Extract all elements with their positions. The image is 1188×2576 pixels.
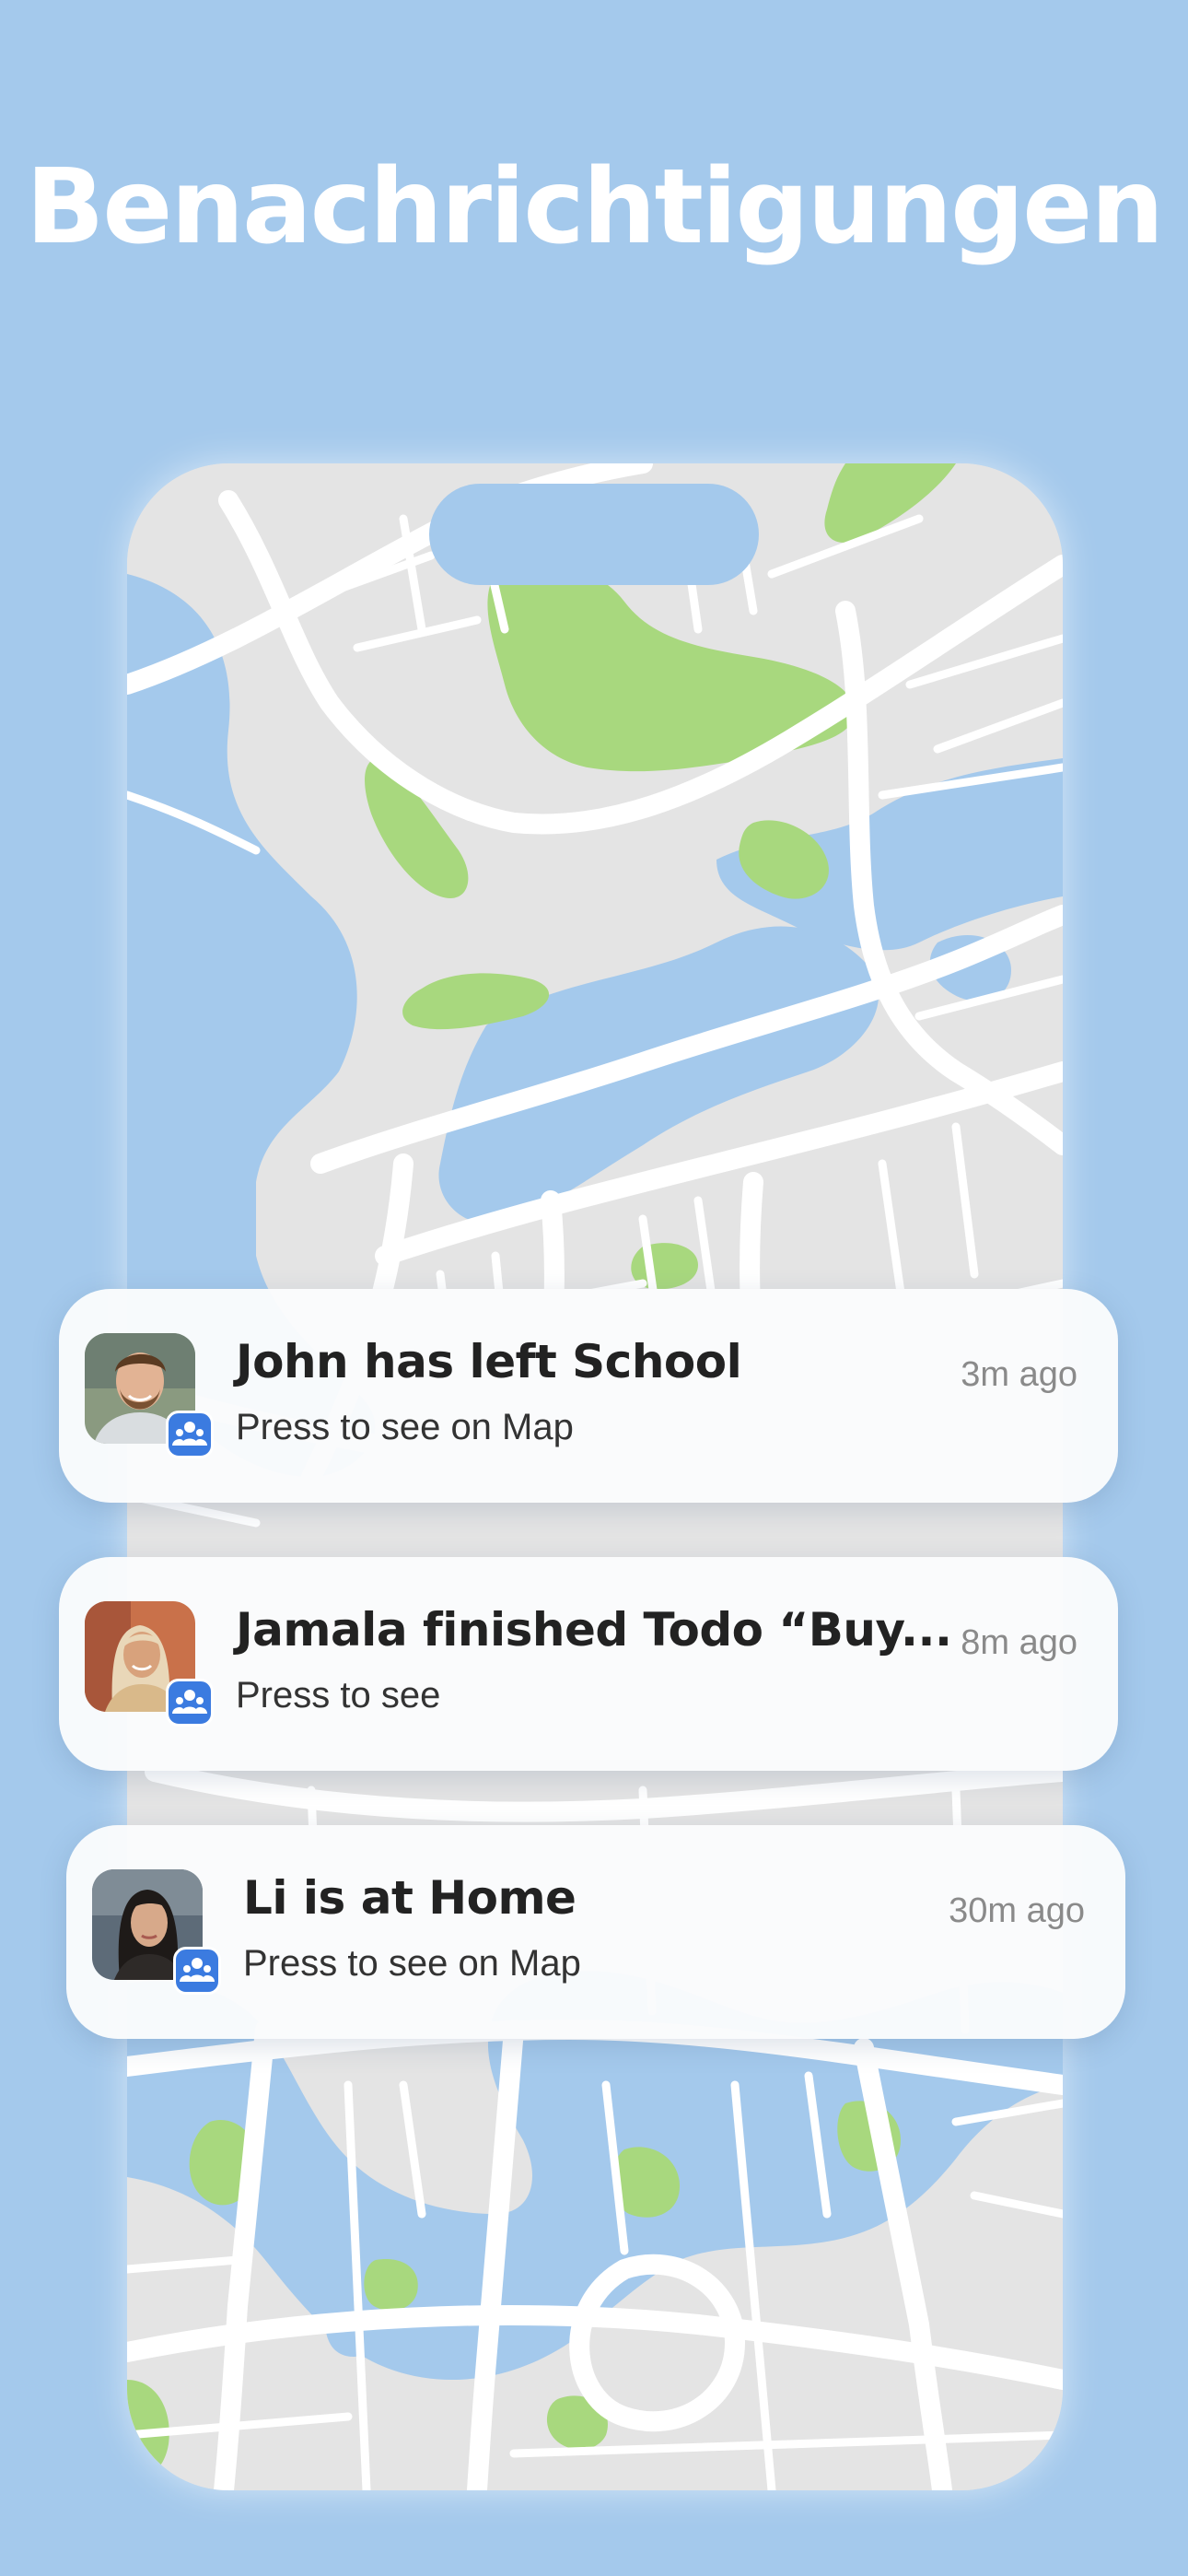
notification-time: 30m ago <box>949 1891 1085 1930</box>
notification-card[interactable]: Jamala finished Todo “Buy... Press to se… <box>59 1557 1118 1771</box>
notification-title: John has left School <box>236 1335 742 1388</box>
notification-time: 8m ago <box>961 1623 1077 1662</box>
notification-subtitle: Press to see <box>236 1675 441 1715</box>
notification-card[interactable]: John has left School Press to see on Map… <box>59 1289 1118 1503</box>
notification-subtitle: Press to see on Map <box>243 1943 581 1984</box>
notification-card[interactable]: Li is at Home Press to see on Map 30m ag… <box>66 1825 1125 2039</box>
page-title: Benachrichtigungen <box>26 147 1164 267</box>
notification-time: 3m ago <box>961 1355 1077 1394</box>
family-group-icon <box>166 1679 214 1727</box>
family-group-icon <box>166 1411 214 1458</box>
family-group-icon <box>173 1947 221 1995</box>
notification-title: Li is at Home <box>243 1871 577 1925</box>
dynamic-island <box>429 484 759 585</box>
notification-title: Jamala finished Todo “Buy... <box>236 1603 952 1657</box>
notification-subtitle: Press to see on Map <box>236 1407 574 1447</box>
